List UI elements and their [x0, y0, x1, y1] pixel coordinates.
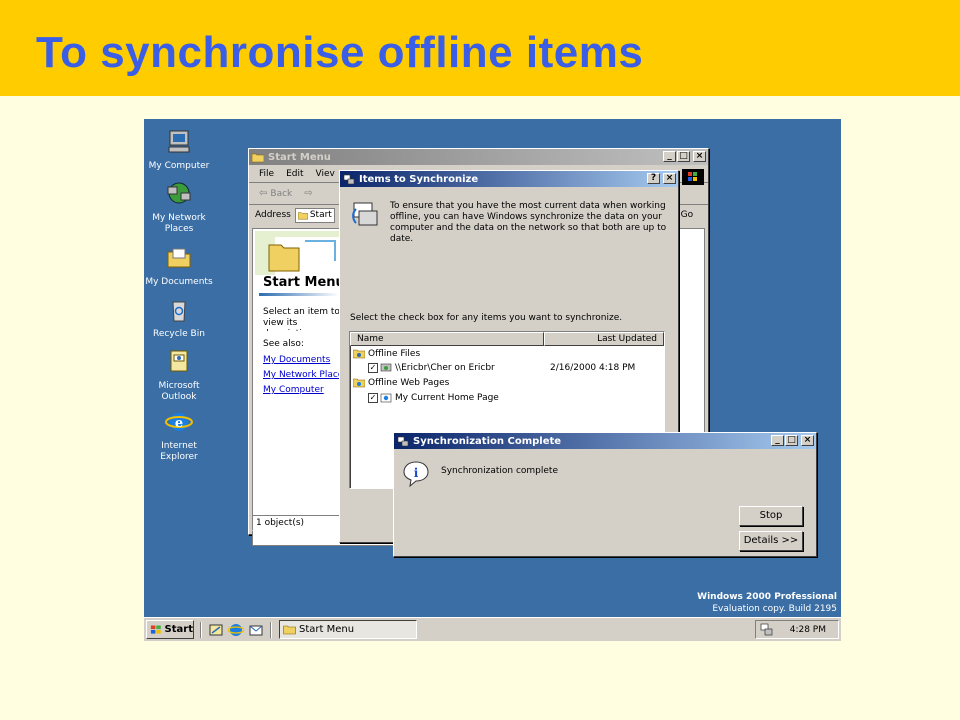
desktop-icon-recycle-bin[interactable]: Recycle Bin	[144, 297, 214, 340]
windows-flag-icon	[150, 625, 161, 634]
desktop-screen: My Computer My Network Places My Documen…	[144, 119, 841, 641]
windows-watermark: Windows 2000 Professional Evaluation cop…	[697, 592, 837, 614]
desktop-icon-network-places[interactable]: My Network Places	[144, 181, 214, 235]
close-button[interactable]: ×	[663, 173, 676, 184]
item-checkbox[interactable]: ✓	[368, 393, 378, 403]
forward-arrow-icon[interactable]: ⇨	[304, 188, 312, 199]
sync-icon	[397, 436, 409, 446]
sync-complete-message: Synchronization complete	[441, 466, 558, 476]
stop-button[interactable]: Stop	[739, 506, 803, 526]
link-my-computer[interactable]: My Computer	[263, 385, 324, 395]
minimize-button[interactable]: _	[663, 151, 676, 162]
outlook-icon	[170, 350, 188, 372]
information-icon: i	[403, 461, 429, 488]
folder-banner-icon	[255, 231, 339, 275]
folder-icon	[252, 153, 264, 162]
link-my-network-places[interactable]: My Network Places	[263, 370, 348, 380]
menu-view[interactable]: Viev	[316, 169, 335, 179]
help-button[interactable]: ?	[647, 173, 660, 184]
internet-explorer-icon: e	[165, 413, 193, 431]
recycle-bin-icon	[172, 301, 186, 322]
heading-divider	[259, 293, 339, 296]
sync-tray-icon[interactable]	[760, 623, 774, 637]
list-item[interactable]: ✓ \\Ericbr\Cher on Ericbr 2/16/2000 4:18…	[368, 363, 664, 373]
start-button[interactable]: Start	[146, 620, 194, 639]
description-text: Select an item to view its description.	[263, 307, 340, 331]
desktop-icon-my-documents[interactable]: My Documents	[144, 245, 214, 288]
items-titlebar[interactable]: Items to Synchronize ? ×	[340, 171, 678, 187]
network-share-icon	[380, 363, 392, 372]
internet-explorer-icon[interactable]	[228, 622, 244, 638]
go-button[interactable]: ›Go	[677, 210, 693, 220]
desktop-icon-my-computer[interactable]: My Computer	[144, 129, 214, 172]
menu-file[interactable]: File	[259, 169, 274, 179]
desktop-icon-outlook[interactable]: Microsoft Outlook	[144, 349, 214, 403]
close-button[interactable]: ×	[693, 151, 706, 162]
maximize-button[interactable]: □	[785, 435, 798, 446]
network-places-icon	[167, 182, 191, 204]
web-page-icon	[380, 393, 392, 403]
list-item[interactable]: ✓ My Current Home Page	[368, 393, 499, 403]
start-menu-heading: Start Menu	[263, 275, 345, 290]
back-arrow-icon: ⇦	[259, 188, 268, 199]
group-offline-web-pages[interactable]: Offline Web Pages	[353, 378, 449, 388]
svg-text:i: i	[414, 466, 419, 480]
column-last-updated[interactable]: Last Updated	[544, 332, 664, 346]
system-tray: 4:28 PM	[755, 620, 839, 639]
sync-intro-text: To ensure that you have the most current…	[390, 201, 667, 244]
my-documents-icon	[167, 248, 191, 268]
taskbar-item-start-menu[interactable]: Start Menu	[279, 620, 417, 639]
offline-web-pages-icon	[353, 378, 365, 388]
group-offline-files[interactable]: Offline Files	[353, 349, 420, 359]
maximize-button[interactable]: □	[677, 151, 690, 162]
address-label: Address	[255, 210, 291, 220]
back-button[interactable]: Back	[270, 189, 292, 199]
sync-instruction-text: Select the check box for any items you w…	[350, 313, 623, 323]
show-desktop-icon[interactable]	[208, 622, 224, 638]
desktop-icon-internet-explorer[interactable]: e Internet Explorer	[144, 409, 214, 463]
offline-files-icon	[353, 349, 365, 359]
taskbar-divider	[270, 622, 272, 638]
see-also-label: See also:	[263, 339, 304, 349]
windows-logo-icon	[682, 169, 704, 185]
slide-title: To synchronise offline items	[36, 28, 644, 77]
svg-text:e: e	[175, 416, 183, 431]
start-menu-titlebar[interactable]: Start Menu _ □ ×	[249, 149, 708, 165]
complete-titlebar[interactable]: Synchronization Complete _ □ ×	[394, 433, 816, 449]
menu-edit[interactable]: Edit	[286, 169, 303, 179]
sync-icon	[343, 174, 355, 184]
address-input[interactable]: Start	[294, 207, 335, 223]
item-checkbox[interactable]: ✓	[368, 363, 378, 373]
taskbar: Start Start Menu 4:28 PM	[144, 617, 841, 641]
column-name[interactable]: Name	[350, 332, 544, 346]
close-button[interactable]: ×	[801, 435, 814, 446]
outlook-express-icon[interactable]	[248, 622, 264, 638]
my-computer-icon	[168, 130, 190, 153]
folder-icon	[297, 211, 308, 219]
synchronization-complete-dialog[interactable]: Synchronization Complete _ □ × i Synchro…	[393, 432, 817, 557]
taskbar-divider	[200, 622, 202, 638]
folder-icon	[283, 625, 296, 635]
clock[interactable]: 4:28 PM	[790, 625, 826, 635]
link-my-documents[interactable]: My Documents	[263, 355, 330, 365]
details-button[interactable]: Details >>	[739, 531, 803, 551]
minimize-button[interactable]: _	[771, 435, 784, 446]
list-header: Name Last Updated	[350, 332, 664, 346]
synchronize-icon	[352, 202, 378, 226]
